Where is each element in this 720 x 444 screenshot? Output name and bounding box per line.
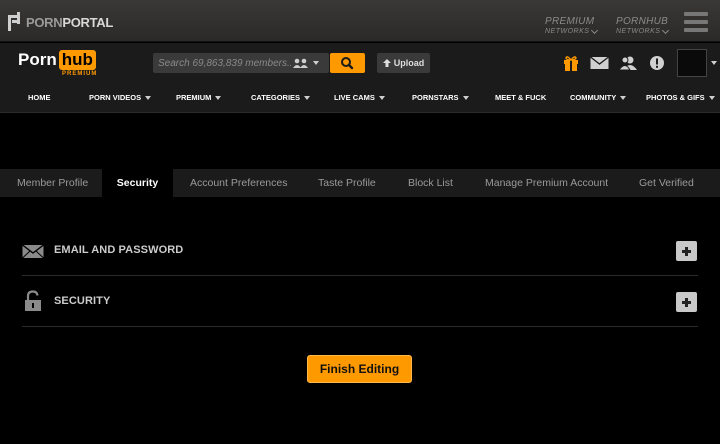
upload-label: Upload [393, 58, 425, 68]
tab-block-list[interactable]: Block List [408, 169, 453, 197]
caret-down-icon [378, 95, 385, 100]
search-input[interactable] [153, 53, 291, 73]
caret-down-icon [620, 95, 627, 100]
expand-security-button[interactable] [676, 292, 697, 312]
nav-label: HOME [28, 93, 51, 102]
tab-taste-profile[interactable]: Taste Profile [318, 169, 376, 197]
tab-label: Account Preferences [190, 177, 288, 189]
tab-label: Security [116, 177, 159, 189]
pornhub-networks-menu[interactable]: PORNHUB NETWORKS [616, 16, 670, 35]
logo-text-porn: Porn [18, 50, 57, 69]
nav-item-premium[interactable]: PREMIUM [176, 93, 222, 102]
logo-text-hub: hub [58, 50, 96, 70]
nav-item-categories[interactable]: CATEGORIES [251, 93, 311, 102]
main-nav: HOME PORN VIDEOS PREMIUM CATEGORIES LIVE… [0, 83, 720, 113]
tab-get-verified[interactable]: Get Verified [639, 169, 694, 197]
nav-label: PORNSTARS [412, 93, 459, 102]
premium-networks-menu[interactable]: PREMIUM NETWORKS [545, 16, 599, 35]
site-header: Porn hub PREMIUM Upload [0, 43, 720, 83]
nav-label: PORN VIDEOS [89, 93, 142, 102]
caret-down-icon [462, 95, 469, 100]
search-type-select[interactable] [292, 57, 326, 69]
nav-label: CATEGORIES [251, 93, 301, 102]
search-button[interactable] [330, 53, 365, 73]
caret-down-icon[interactable] [711, 61, 717, 65]
upload-button[interactable]: Upload [377, 53, 430, 73]
portal-logo-mark-icon [8, 12, 22, 32]
search-box [153, 53, 329, 73]
caret-down-icon [145, 95, 152, 100]
avatar[interactable] [677, 49, 707, 77]
finish-editing-button[interactable]: Finish Editing [307, 355, 412, 383]
security-section[interactable]: SECURITY [22, 277, 698, 327]
network-title: PORNHUB [616, 16, 669, 27]
network-sub: NETWORKS [616, 28, 661, 35]
email-password-section[interactable]: EMAIL AND PASSWORD [22, 226, 698, 276]
tab-account-preferences[interactable]: Account Preferences [190, 169, 287, 197]
nav-label: PHOTOS & GIFS [646, 93, 705, 102]
alert-icon[interactable] [649, 55, 667, 71]
nav-label: COMMUNITY [570, 93, 617, 102]
caret-down-icon [313, 61, 319, 65]
section-title: EMAIL AND PASSWORD [54, 244, 184, 256]
nav-item-pornstars[interactable]: PORNSTARS [412, 93, 469, 102]
envelope-icon [22, 242, 44, 260]
pornhub-premium-logo[interactable]: Porn hub PREMIUM [18, 50, 96, 77]
mail-icon[interactable] [590, 55, 609, 71]
nav-item-porn-videos[interactable]: PORN VIDEOS [89, 93, 152, 102]
tab-manage-premium-account[interactable]: Manage Premium Account [485, 169, 608, 197]
network-sub: NETWORKS [545, 28, 590, 35]
pornportal-logo[interactable]: PORNPORTAL [8, 11, 113, 33]
expand-email-password-button[interactable] [676, 241, 697, 261]
lock-icon [22, 290, 44, 312]
search-icon [341, 57, 354, 70]
tab-member-profile[interactable]: Member Profile [17, 169, 88, 197]
upload-arrow-icon [382, 59, 391, 67]
gift-icon[interactable] [562, 55, 580, 71]
caret-down-icon [708, 95, 715, 100]
portal-logo-text: PORNPORTAL [26, 14, 114, 30]
logo-subtitle: PREMIUM [62, 71, 98, 77]
portal-bar: PORNPORTAL PREMIUM NETWORKS PORNHUB NETW… [0, 0, 720, 42]
nav-item-community[interactable]: COMMUNITY [570, 93, 627, 102]
tab-label: Member Profile [17, 177, 89, 189]
tab-label: Manage Premium Account [485, 177, 609, 189]
nav-item-live-cams[interactable]: LIVE CAMS [334, 93, 385, 102]
caret-down-icon [215, 95, 222, 100]
tab-security[interactable]: Security [102, 169, 173, 197]
nav-label: MEET & FUCK [495, 93, 547, 102]
hamburger-menu-icon[interactable] [684, 12, 708, 32]
tab-label: Block List [408, 177, 453, 189]
chevron-down-icon [662, 26, 670, 34]
nav-label: LIVE CAMS [334, 93, 375, 102]
friends-icon[interactable] [618, 55, 637, 71]
account-tabs: Member Profile Security Account Preferen… [0, 169, 720, 197]
members-icon [293, 58, 308, 68]
tab-label: Get Verified [639, 177, 694, 189]
chevron-down-icon [591, 26, 599, 34]
section-title: SECURITY [54, 295, 111, 307]
nav-item-meet-and-fuck[interactable]: MEET & FUCK [495, 93, 546, 102]
network-title: PREMIUM [545, 16, 595, 27]
tab-label: Taste Profile [318, 177, 376, 189]
caret-down-icon [304, 95, 311, 100]
nav-item-photos-and-gifs[interactable]: PHOTOS & GIFS [646, 93, 715, 102]
nav-label: PREMIUM [176, 93, 212, 102]
nav-item-home[interactable]: HOME [28, 93, 51, 102]
